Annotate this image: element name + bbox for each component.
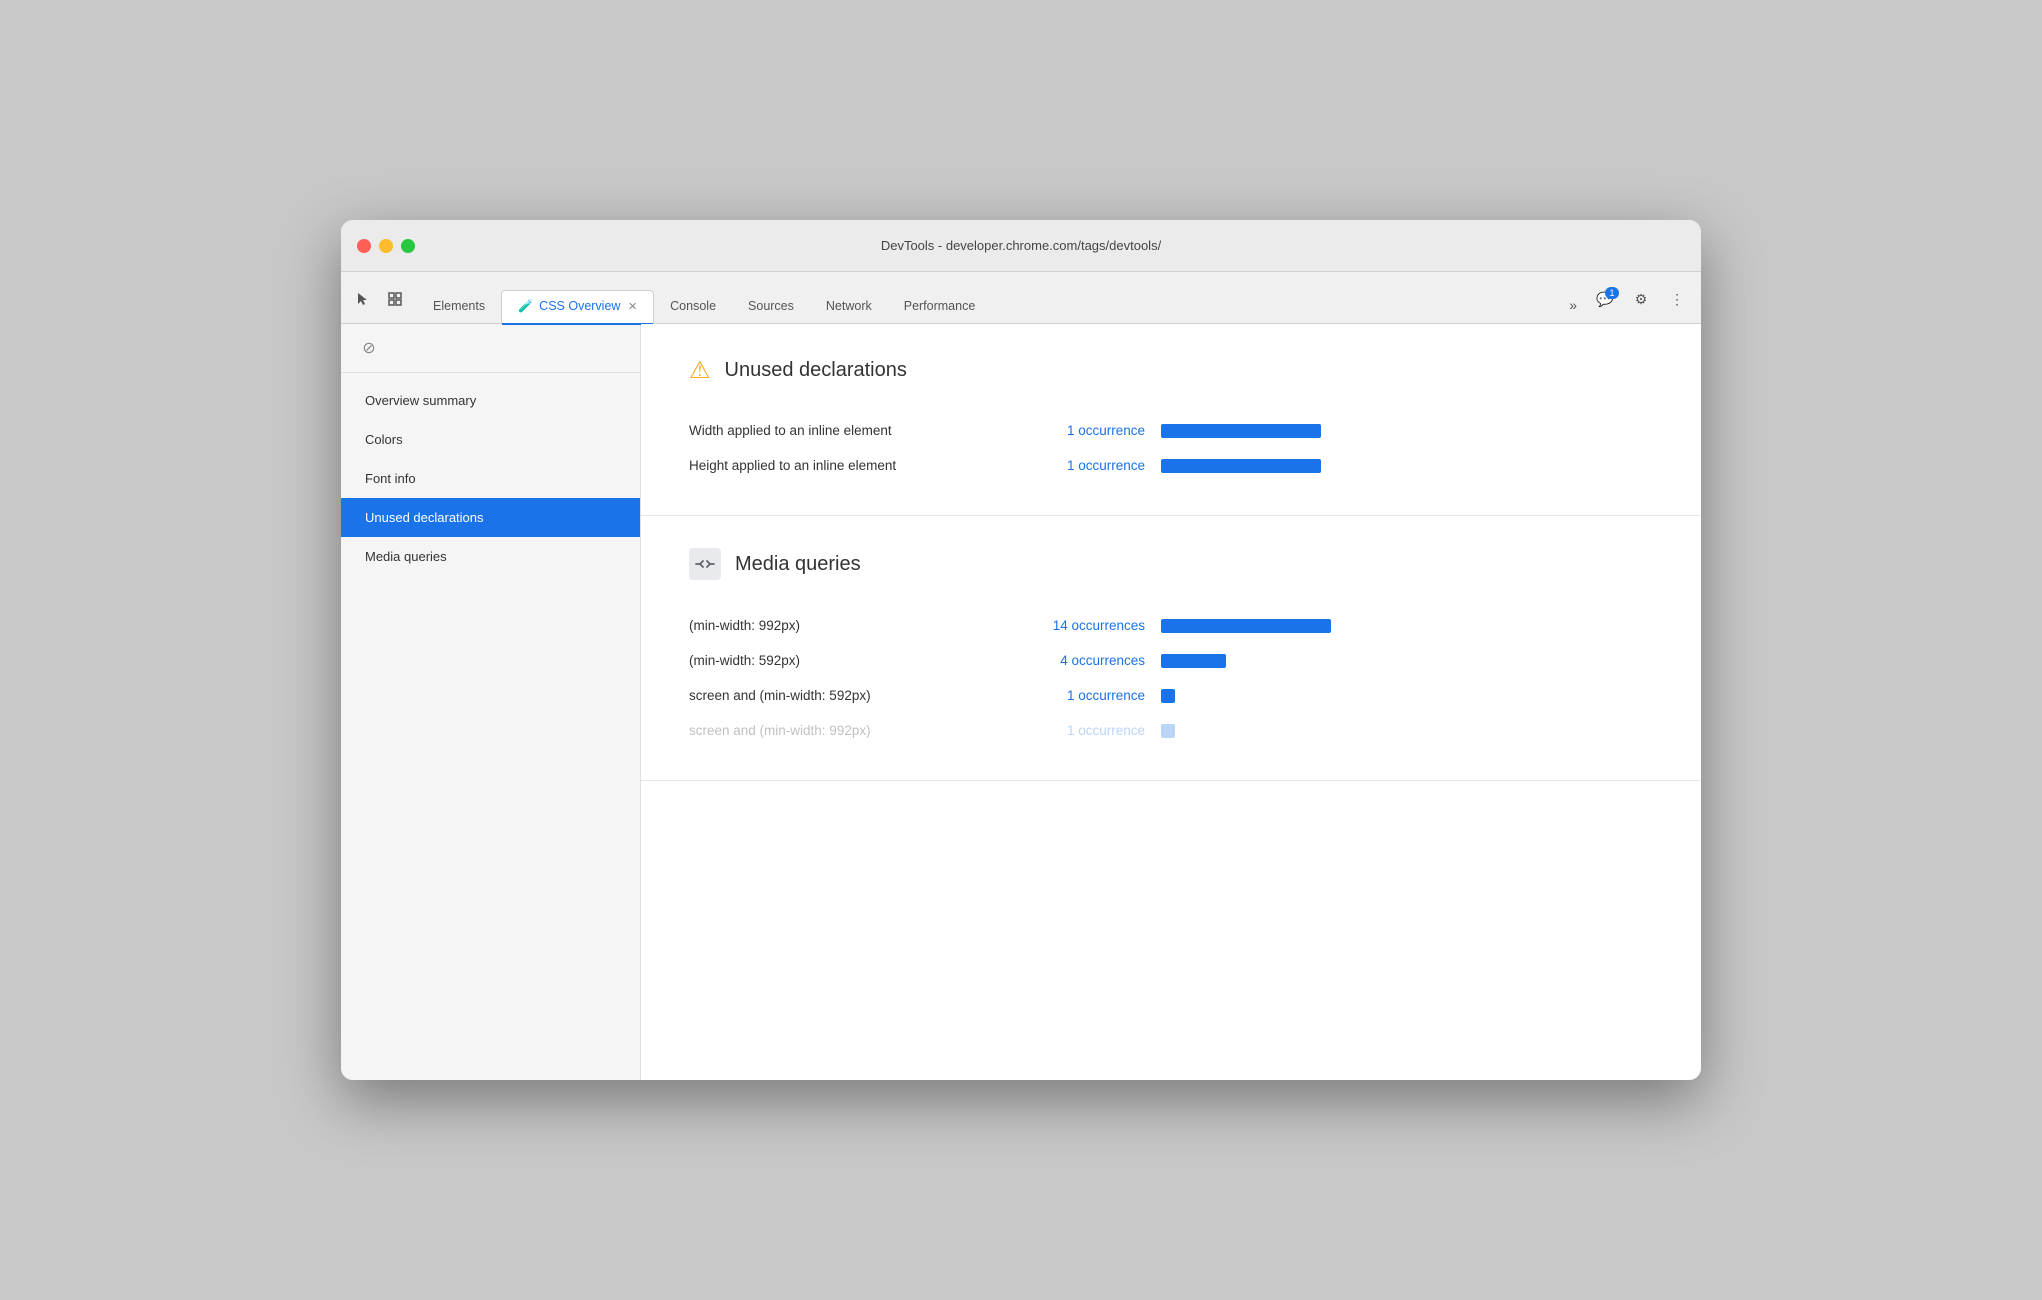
tab-sources[interactable]: Sources [732,291,810,323]
occurrence-bar [1161,654,1226,668]
occurrence-link[interactable]: 4 occurrences [1025,653,1145,668]
unused-declarations-section: ⚠ Unused declarations Width applied to a… [641,324,1701,516]
chat-badge: 1 [1605,287,1619,299]
row-label: screen and (min-width: 592px) [689,688,1009,703]
window-title: DevTools - developer.chrome.com/tags/dev… [881,238,1161,253]
sidebar: ⊘ Overview summary Colors Font info Unus… [341,324,641,1080]
tab-icon-group [349,285,409,323]
unused-declarations-title: Unused declarations [725,359,907,382]
tab-elements[interactable]: Elements [417,291,501,323]
table-row: screen and (min-width: 992px) 1 occurren… [689,713,1653,748]
bar-container [1161,724,1653,738]
table-row: Width applied to an inline element 1 occ… [689,413,1653,448]
row-label: (min-width: 992px) [689,618,1009,633]
media-queries-header: Media queries [689,548,1653,580]
settings-button[interactable]: ⚙ [1625,285,1657,313]
table-row: Height applied to an inline element 1 oc… [689,448,1653,483]
row-label: Width applied to an inline element [689,423,1009,438]
occurrence-link[interactable]: 1 occurrence [1025,688,1145,703]
chat-button[interactable]: 💬 1 [1589,285,1621,313]
main-area: ⊘ Overview summary Colors Font info Unus… [341,324,1701,1080]
bar-container [1161,424,1653,438]
devtools-window: DevTools - developer.chrome.com/tags/dev… [341,220,1701,1080]
sidebar-item-unused-declarations[interactable]: Unused declarations [341,498,640,537]
bar-container [1161,619,1653,633]
table-row: (min-width: 592px) 4 occurrences [689,643,1653,678]
row-label: Height applied to an inline element [689,458,1009,473]
bar-container [1161,689,1653,703]
cursor-icon[interactable] [349,285,377,313]
traffic-lights [357,239,415,253]
content-area: ⚠ Unused declarations Width applied to a… [641,324,1701,1080]
row-label: (min-width: 592px) [689,653,1009,668]
gear-icon: ⚙ [1635,291,1648,308]
occurrence-bar [1161,724,1175,738]
table-row: screen and (min-width: 592px) 1 occurren… [689,678,1653,713]
warning-icon: ⚠ [689,356,711,385]
sidebar-item-overview-summary[interactable]: Overview summary [341,381,640,420]
tab-actions: 💬 1 ⚙ ⋮ [1589,285,1693,323]
occurrence-bar [1161,689,1175,703]
media-arrows-icon [689,548,721,580]
sidebar-top: ⊘ [341,324,640,373]
occurrence-bar [1161,619,1331,633]
row-label: screen and (min-width: 992px) [689,723,1009,738]
occurrence-link[interactable]: 1 occurrence [1025,458,1145,473]
occurrence-link[interactable]: 14 occurrences [1025,618,1145,633]
more-options-button[interactable]: ⋮ [1661,285,1693,313]
more-tabs-button[interactable]: » [1557,289,1589,323]
occurrence-link[interactable]: 1 occurrence [1025,723,1145,738]
bar-container [1161,654,1653,668]
tab-performance[interactable]: Performance [888,291,992,323]
bar-container [1161,459,1653,473]
sidebar-item-colors[interactable]: Colors [341,420,640,459]
tabbar: Elements 🧪 CSS Overview ✕ Console Source… [341,272,1701,324]
occurrence-link[interactable]: 1 occurrence [1025,423,1145,438]
sidebar-nav: Overview summary Colors Font info Unused… [341,373,640,584]
sidebar-item-font-info[interactable]: Font info [341,459,640,498]
maximize-button[interactable] [401,239,415,253]
tab-console[interactable]: Console [654,291,732,323]
sidebar-item-media-queries[interactable]: Media queries [341,537,640,576]
dots-icon: ⋮ [1670,291,1684,308]
layers-icon[interactable] [381,285,409,313]
media-queries-title: Media queries [735,553,861,576]
tab-close-icon[interactable]: ✕ [628,300,637,313]
minimize-button[interactable] [379,239,393,253]
occurrence-bar [1161,459,1321,473]
table-row: (min-width: 992px) 14 occurrences [689,608,1653,643]
occurrence-bar [1161,424,1321,438]
titlebar: DevTools - developer.chrome.com/tags/dev… [341,220,1701,272]
beaker-icon: 🧪 [518,299,534,314]
tab-css-overview[interactable]: 🧪 CSS Overview ✕ [501,290,654,324]
tab-network[interactable]: Network [810,291,888,323]
close-button[interactable] [357,239,371,253]
unused-declarations-header: ⚠ Unused declarations [689,356,1653,385]
block-icon[interactable]: ⊘ [357,336,381,360]
media-queries-section: Media queries (min-width: 992px) 14 occu… [641,516,1701,781]
